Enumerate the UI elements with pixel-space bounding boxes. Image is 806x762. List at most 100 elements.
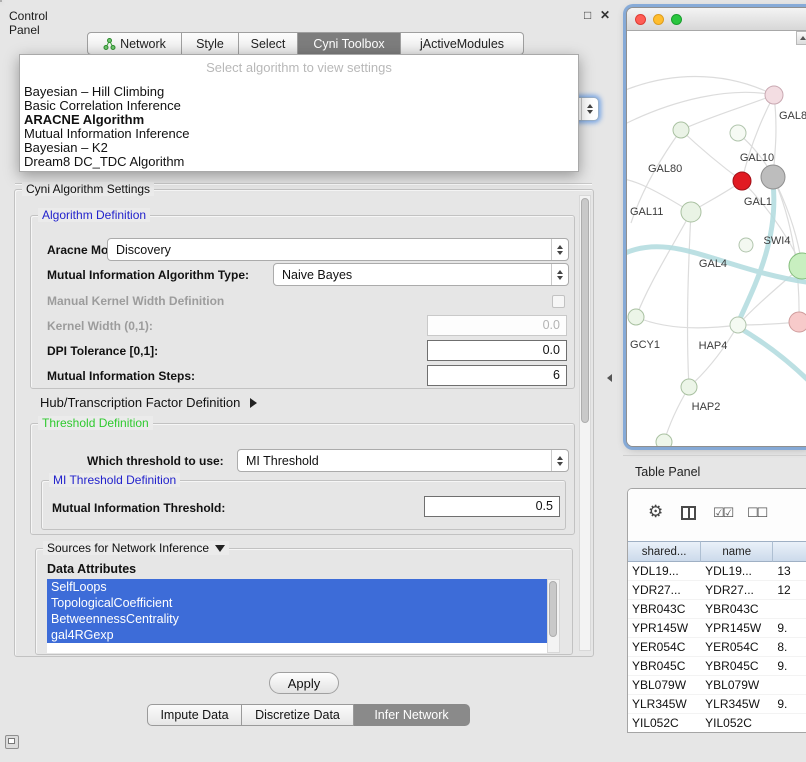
attributes-list-scrollbar-thumb[interactable] [549,581,557,637]
column-header-shared-name[interactable]: shared... [628,541,701,562]
cell: YPR145W [701,619,773,637]
manual-kernel-label: Manual Kernel Width Definition [47,294,224,308]
tab-style[interactable]: Style [182,32,239,55]
dpi-tolerance-input[interactable]: 0.0 [427,340,567,361]
cell: YIL052C [628,714,701,732]
select-all-checkboxes-icon[interactable]: ☑☑ [713,505,732,521]
deselect-all-checkboxes-icon[interactable]: ☐☐ [747,505,766,521]
node-label: HAP4 [699,340,728,352]
node-pink-top[interactable] [765,86,783,104]
node-mid[interactable] [739,238,753,252]
tab-network[interactable]: Network [87,32,182,55]
mi-steps-label: Mutual Information Steps: [47,369,195,383]
tab-infer-network[interactable]: Infer Network [354,704,470,726]
table-row[interactable]: YDL19... YDL19... 13 [628,562,806,581]
table-row[interactable]: YBR045C YBR045C 9. [628,657,806,676]
manual-kernel-checkbox[interactable] [552,295,565,308]
aracne-mode-value: Discovery [108,243,551,257]
tab-network-label: Network [120,37,166,51]
hub-tf-section-toggle[interactable]: Hub/Transcription Factor Definition [40,395,257,410]
gear-icon[interactable]: ⚙ [648,502,663,522]
dropdown-item[interactable]: Bayesian – Hill Climbing [20,85,578,99]
list-item-selected[interactable]: TopologicalCoefficient [47,595,547,611]
cell: 12 [773,581,806,599]
columns-icon[interactable] [681,506,696,520]
table-panel-title: Table Panel [635,465,700,479]
float-window-icon[interactable]: □ [584,8,591,22]
tab-discretize-data[interactable]: Discretize Data [242,704,354,726]
node-pink-right[interactable] [789,312,806,332]
cell: YLR345W [701,695,773,713]
tab-select[interactable]: Select [239,32,298,55]
mi-steps-input[interactable]: 6 [427,365,567,386]
cell: 8. [773,638,806,656]
column-header-partial[interactable] [773,541,806,562]
node-gal1-red[interactable] [733,172,751,190]
mi-type-select[interactable]: Naive Bayes [273,263,569,286]
close-icon[interactable]: ✕ [600,8,610,22]
node-gal80-a[interactable] [673,122,689,138]
dropdown-item[interactable]: Basic Correlation Inference [20,99,578,113]
node-hap2[interactable] [681,379,697,395]
close-traffic-light-icon[interactable] [635,14,646,25]
column-header-name[interactable]: name [701,541,773,562]
node-label: GCY1 [630,339,660,351]
tab-impute-data[interactable]: Impute Data [147,704,242,726]
cell: YDR27... [628,581,701,599]
minimize-traffic-light-icon[interactable] [653,14,664,25]
cyni-algorithm-settings-group: Cyni Algorithm Settings Algorithm Defini… [14,189,594,657]
network-view-window: GAL8 GAL80 GAL10 GAL1 GAL11 SWI4 GAL4 GC… [627,8,806,446]
cell: 9. [773,695,806,713]
hub-tf-label: Hub/Transcription Factor Definition [40,395,240,410]
table-row[interactable]: YER054C YER054C 8. [628,638,806,657]
node-gal80-b[interactable] [730,125,746,141]
network-window-titlebar[interactable] [627,8,806,31]
tab-cyni-toolbox[interactable]: Cyni Toolbox [298,32,401,55]
network-canvas[interactable]: GAL8 GAL80 GAL10 GAL1 GAL11 SWI4 GAL4 GC… [627,31,806,446]
node-gal10-gray[interactable] [761,165,785,189]
dropdown-item[interactable]: Dream8 DC_TDC Algorithm [20,155,578,169]
zoom-traffic-light-icon[interactable] [671,14,682,25]
node-label: GAL4 [699,258,727,270]
table-row[interactable]: YLR345W YLR345W 9. [628,695,806,714]
table-row[interactable]: YIL052C YIL052C [628,714,806,733]
apply-button[interactable]: Apply [269,672,339,694]
desktop: Control Panel □ ✕ Network Style Select [0,0,806,762]
data-attributes-list: SelfLoops TopologicalCoefficient Between… [47,579,560,653]
threshold-definition-title: Threshold Definition [38,416,153,430]
table-row[interactable]: YDR27... YDR27... 12 [628,581,806,600]
settings-scrollbar[interactable] [579,195,591,651]
network-graph: GAL8 GAL80 GAL10 GAL1 GAL11 SWI4 GAL4 GC… [627,31,806,446]
aracne-mode-select[interactable]: Discovery [107,238,569,261]
dropdown-item[interactable]: Bayesian – K2 [20,141,578,155]
cell: 9. [773,657,806,675]
list-item-selected[interactable]: BetweennessCentrality [47,611,547,627]
tab-jactivemodules[interactable]: jActiveModules [401,32,524,55]
node-gal11[interactable] [681,202,701,222]
cell: YBL079W [628,676,701,694]
table-row[interactable]: YBR043C YBR043C [628,600,806,619]
node-gcy1[interactable] [628,309,644,325]
dropdown-item[interactable]: Mutual Information Inference [20,127,578,141]
kernel-width-input[interactable]: 0.0 [427,315,567,336]
cell: YBR045C [628,657,701,675]
dropdown-item-selected[interactable]: ARACNE Algorithm [20,113,578,127]
settings-scrollbar-thumb[interactable] [581,198,589,423]
list-item-selected[interactable]: SelfLoops [47,579,547,595]
which-threshold-select[interactable]: MI Threshold [237,449,569,472]
attributes-list-scrollbar[interactable] [547,579,560,653]
node-hap4[interactable] [730,317,746,333]
sources-group-title-row[interactable]: Sources for Network Inference [43,541,229,555]
combo-arrows-icon [551,450,568,471]
table-row[interactable]: YBL079W YBL079W [628,676,806,695]
which-threshold-label: Which threshold to use: [87,454,224,468]
node-bottom[interactable] [656,434,672,446]
splitter-collapse-icon[interactable] [607,369,612,387]
cell: YBR043C [628,600,701,618]
cell: YBR043C [701,600,773,618]
mi-threshold-input[interactable]: 0.5 [424,496,560,517]
scroll-up-icon[interactable] [796,31,806,45]
minimized-panel-icon[interactable] [5,735,19,749]
list-item-selected[interactable]: gal4RGexp [47,627,547,643]
table-row[interactable]: YPR145W YPR145W 9. [628,619,806,638]
